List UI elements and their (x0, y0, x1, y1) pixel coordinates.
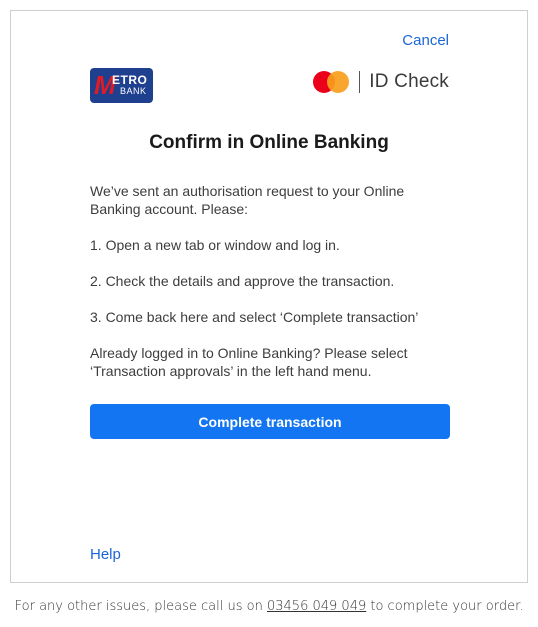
footer-note: For any other issues, please call us on … (0, 599, 538, 614)
instruction-step-3: 3. Come back here and select ‘Complete t… (90, 309, 419, 325)
mastercard-icon (313, 71, 350, 93)
already-logged-in-note: Already logged in to Online Banking? Ple… (90, 345, 408, 379)
phone-number-link[interactable]: 03456 049 049 (267, 599, 366, 614)
page-title: Confirm in Online Banking (149, 132, 389, 153)
cancel-link[interactable]: Cancel (402, 32, 449, 49)
logo-divider (359, 71, 361, 93)
footer-text-after: to complete your order. (366, 599, 524, 614)
id-check-text: ID Check (369, 71, 449, 92)
help-link[interactable]: Help (90, 546, 121, 563)
complete-transaction-button[interactable]: Complete transaction (90, 404, 450, 439)
metro-bank-logo: M ETRO BANK (90, 68, 153, 103)
metro-bank-logo-bank: BANK (120, 86, 147, 96)
instruction-step-2: 2. Check the details and approve the tra… (90, 273, 395, 289)
authentication-card: Cancel M ETRO BANK ID Check Confirm in O… (10, 10, 528, 583)
instruction-intro: We’ve sent an authorisation request to y… (90, 183, 405, 217)
mastercard-id-check-logo: ID Check (313, 69, 449, 95)
instruction-step-1: 1. Open a new tab or window and log in. (90, 237, 340, 253)
footer-text-before: For any other issues, please call us on (14, 599, 267, 614)
metro-bank-logo-etro: ETRO (112, 73, 148, 87)
